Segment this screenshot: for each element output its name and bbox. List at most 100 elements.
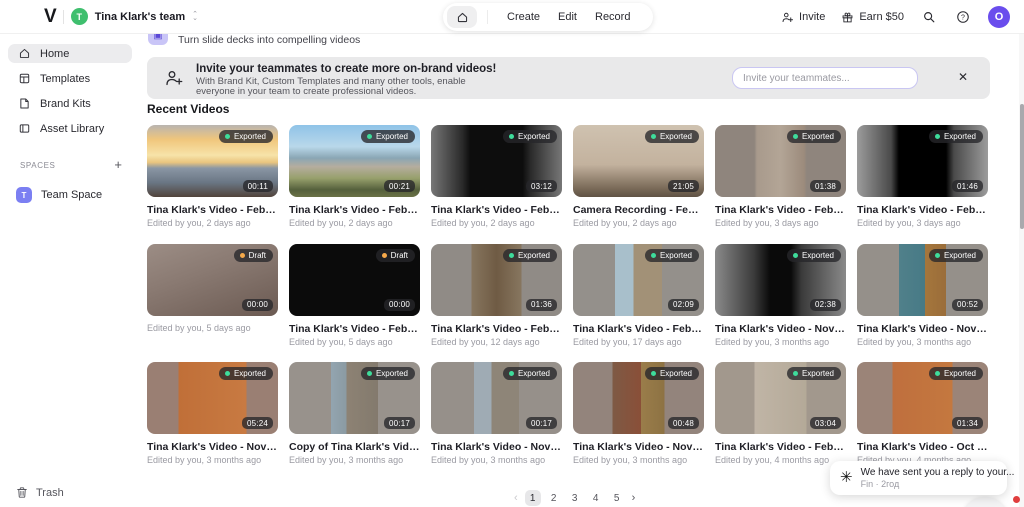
chat-notification[interactable]: ✳ We have sent you a reply to your... Fi… <box>830 461 1014 495</box>
video-card[interactable]: Exported 00:21 Tina Klark's Video - Feb 24… <box>289 125 420 228</box>
pagination-next-icon[interactable]: › <box>630 492 638 504</box>
pagination-page-3[interactable]: 3 <box>567 490 583 506</box>
video-duration: 00:52 <box>951 298 983 311</box>
invite-teammates-input[interactable] <box>732 67 918 89</box>
status-label: Exported <box>943 369 976 378</box>
video-thumbnail[interactable]: Exported 02:09 <box>573 243 704 316</box>
team-name[interactable]: Tina Klark's team <box>95 11 185 23</box>
vimeo-logo[interactable]: V <box>44 7 57 26</box>
status-dot-icon <box>224 371 230 376</box>
video-thumbnail[interactable]: Exported 00:17 <box>431 362 562 434</box>
video-card[interactable]: Exported 02:09 Tina Klark's Video - Feb 9,… <box>573 243 704 347</box>
status-label: Exported <box>659 369 692 378</box>
video-title[interactable]: Tina Klark's Video - Nov 21, 2025 <box>147 441 278 453</box>
video-title[interactable]: Tina Klark's Video - Nov 25, 2025 <box>715 323 846 335</box>
add-space-icon[interactable]: + <box>114 158 122 171</box>
video-title[interactable]: Tina Klark's Video - Oct 31, 2025 <box>857 441 988 453</box>
scrollbar-track[interactable] <box>1019 34 1024 507</box>
video-title[interactable]: Tina Klark's Video - Feb 21, 2026 <box>289 323 420 335</box>
video-card[interactable]: Exported 01:46 Tina Klark's Video - Feb 22… <box>857 125 988 228</box>
video-title[interactable]: Tina Klark's Video - Feb 14, 2026 <box>431 323 562 335</box>
video-title[interactable]: Tina Klark's Video - Feb 14, 2025 <box>715 441 846 453</box>
home-icon[interactable] <box>447 6 477 28</box>
video-card[interactable]: Exported 05:24 Tina Klark's Video - Nov 21… <box>147 362 278 465</box>
video-thumbnail[interactable]: Exported 00:48 <box>573 362 704 434</box>
sidebar-item-asset-library[interactable]: Asset Library <box>8 119 132 138</box>
user-avatar[interactable]: O <box>988 6 1010 28</box>
pagination-page-2[interactable]: 2 <box>546 490 562 506</box>
earn-button[interactable]: Earn $50 <box>841 11 904 24</box>
sidebar-item-home[interactable]: Home <box>8 44 132 63</box>
video-thumbnail[interactable]: Exported 00:52 <box>857 243 988 316</box>
close-icon[interactable]: ✕ <box>958 70 968 84</box>
pagination-page-4[interactable]: 4 <box>588 490 604 506</box>
brand-kits-icon <box>18 97 31 110</box>
pagination-prev-icon[interactable]: ‹ <box>512 492 520 504</box>
sidebar-space-team-space[interactable]: T Team Space <box>8 184 132 206</box>
video-thumbnail[interactable]: Exported 21:05 <box>573 125 704 197</box>
video-title[interactable]: Tina Klark's Video - Feb 9, 2026 <box>573 323 704 335</box>
video-title[interactable]: Tina Klark's Video - Feb 22, 2026 <box>857 204 988 216</box>
video-card[interactable]: Exported 00:17 Tina Klark's Video - Nov 17… <box>431 362 562 465</box>
video-thumbnail[interactable]: Draft 00:00 <box>147 243 278 316</box>
create-button[interactable]: Create <box>507 11 540 23</box>
video-card[interactable]: Exported 00:52 Tina Klark's Video - Nov 23… <box>857 243 988 347</box>
status-dot-icon <box>934 252 940 258</box>
chat-unread-dot <box>1013 496 1020 503</box>
video-thumbnail[interactable]: Exported 02:38 <box>715 243 846 316</box>
video-card[interactable]: Exported 00:48 Tina Klark's Video - Nov 12… <box>573 362 704 465</box>
video-card[interactable]: Draft 00:00 Edited by you, 5 days ago <box>147 243 278 333</box>
video-thumbnail[interactable]: Draft 00:00 <box>289 243 420 316</box>
sidebar-item-trash[interactable]: Trash <box>16 486 64 499</box>
help-icon[interactable]: ? <box>954 8 972 26</box>
record-button[interactable]: Record <box>595 11 630 23</box>
video-thumbnail[interactable]: Exported 01:36 <box>431 243 562 316</box>
video-card[interactable]: Exported 03:12 Tina Klark's Video - Feb 24… <box>431 125 562 228</box>
status-label: Exported <box>801 250 834 260</box>
video-card[interactable]: Exported 01:38 Tina Klark's Video - Feb 23… <box>715 125 846 228</box>
video-title[interactable]: Tina Klark's Video - Nov 17, 2025 <box>431 441 562 453</box>
video-title[interactable]: Tina Klark's Video - Feb 24, 2026 <box>289 204 420 216</box>
video-card[interactable]: Exported 03:04 Tina Klark's Video - Feb 14… <box>715 362 846 465</box>
video-thumbnail[interactable]: Exported 00:17 <box>289 362 420 434</box>
home-icon <box>18 47 31 60</box>
video-card[interactable]: Exported 02:38 Tina Klark's Video - Nov 25… <box>715 243 846 347</box>
video-card[interactable]: Exported 01:36 Tina Klark's Video - Feb 14… <box>431 243 562 347</box>
invite-button[interactable]: Invite <box>781 11 825 24</box>
video-thumbnail[interactable]: Exported 01:46 <box>857 125 988 197</box>
video-thumbnail[interactable]: Exported 03:12 <box>431 125 562 197</box>
video-card[interactable]: Exported 01:34 Tina Klark's Video - Oct 31… <box>857 362 988 465</box>
video-thumbnail[interactable]: Exported 00:21 <box>289 125 420 197</box>
video-title[interactable]: Tina Klark's Video - Nov 12, 2025 <box>573 441 704 453</box>
search-icon[interactable] <box>920 8 938 26</box>
banner-body-line2: everyone in your team to create professi… <box>196 85 417 97</box>
video-title[interactable]: Copy of Tina Klark's Video - Nov 17, 202… <box>289 441 420 453</box>
video-card[interactable]: Exported 00:11 Tina Klark's Video - Feb 24… <box>147 125 278 228</box>
video-thumbnail[interactable]: Exported 03:04 <box>715 362 846 434</box>
video-duration: 02:38 <box>809 298 841 311</box>
scrollbar-thumb[interactable] <box>1019 104 1024 229</box>
video-thumbnail[interactable]: Exported 05:24 <box>147 362 278 434</box>
video-card[interactable]: Draft 00:00 Tina Klark's Video - Feb 21, 2… <box>289 243 420 347</box>
banner-title: Invite your teammates to create more on-… <box>196 63 497 75</box>
pagination-page-5[interactable]: 5 <box>609 490 625 506</box>
status-dot-icon <box>239 252 245 258</box>
sidebar-item-brand-kits[interactable]: Brand Kits <box>8 94 132 113</box>
team-avatar[interactable]: T <box>70 8 88 25</box>
video-thumbnail[interactable]: Exported 01:34 <box>857 362 988 434</box>
pagination-page-1[interactable]: 1 <box>524 490 541 506</box>
video-duration: 00:17 <box>525 417 557 429</box>
video-thumbnail[interactable]: Exported 00:11 <box>147 125 278 197</box>
video-title[interactable]: Tina Klark's Video - Nov 23, 2025 <box>857 323 988 335</box>
team-switcher-chevron-icon[interactable]: ⌃ ⌄ <box>192 11 198 22</box>
video-title[interactable]: Tina Klark's Video - Feb 23, 2026 <box>715 204 846 216</box>
video-title[interactable]: Tina Klark's Video - Feb 24, 2026 <box>431 204 562 216</box>
chat-message: We have sent you a reply to your... <box>860 467 1015 478</box>
video-card[interactable]: Exported 21:05 Camera Recording - Feb 21, … <box>573 125 704 228</box>
edit-button[interactable]: Edit <box>558 11 577 23</box>
sidebar-item-templates[interactable]: Templates <box>8 69 132 88</box>
video-title[interactable]: Camera Recording - Feb 21, 2026 <box>573 204 704 216</box>
video-title[interactable]: Tina Klark's Video - Feb 24, 2026 <box>147 204 278 216</box>
video-thumbnail[interactable]: Exported 01:38 <box>715 125 846 197</box>
video-card[interactable]: Exported 00:17 Copy of Tina Klark's Video … <box>289 362 420 465</box>
